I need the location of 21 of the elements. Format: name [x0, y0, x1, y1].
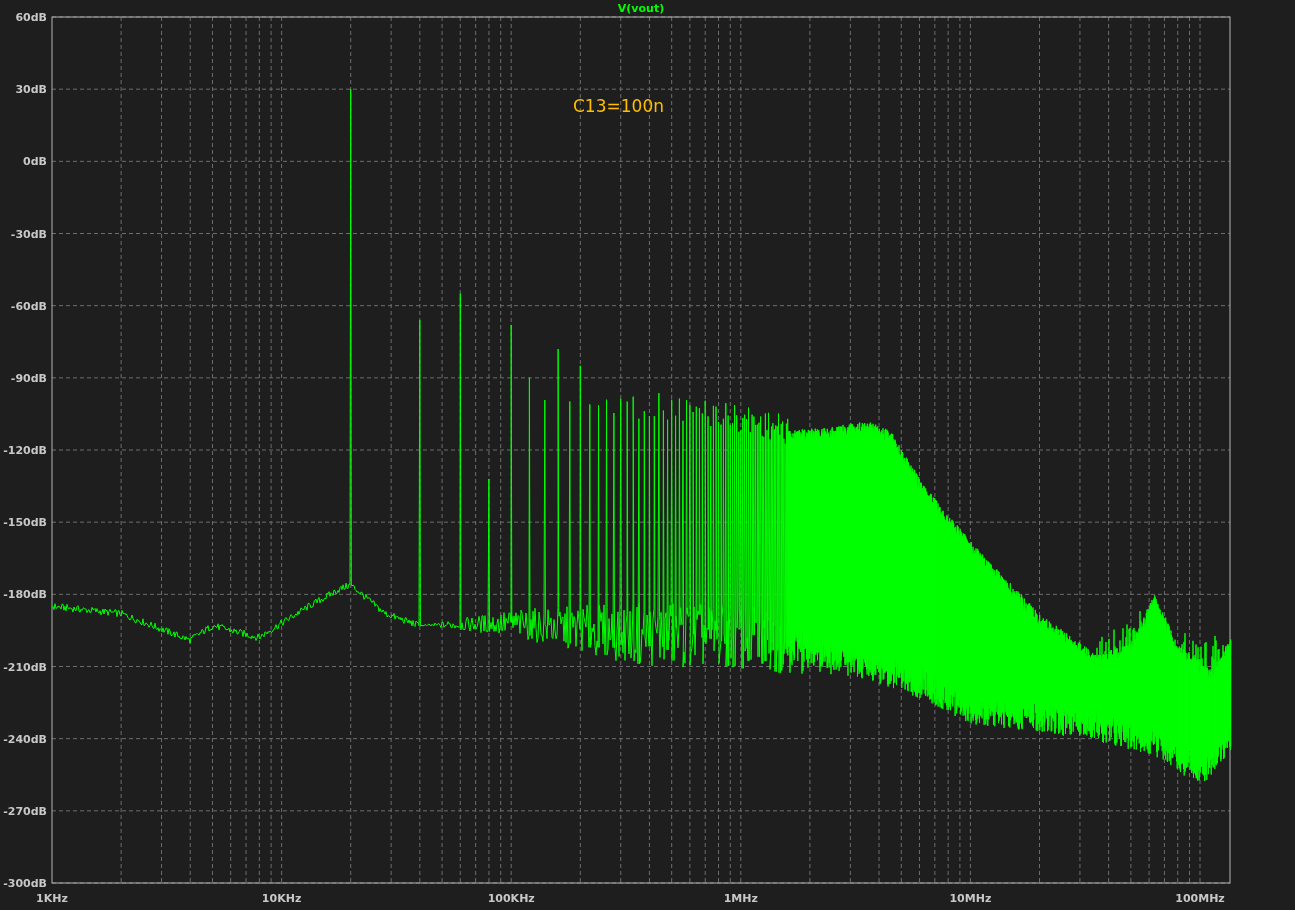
x-tick-label: 100MHz — [1175, 892, 1225, 905]
y-tick-label: -270dB — [3, 804, 47, 818]
x-tick-label: 10MHz — [949, 892, 992, 905]
y-tick-label: -90dB — [10, 371, 47, 385]
y-tick-label: -300dB — [3, 877, 47, 890]
annotation-label: C13=100n — [573, 96, 664, 116]
y-tick-label: -210dB — [3, 660, 47, 674]
y-tick-label: -120dB — [3, 444, 47, 457]
y-tick-label: 60dB — [15, 11, 47, 24]
y-tick-label: 30dB — [15, 83, 47, 97]
x-tick-label: 1KHz — [36, 892, 68, 905]
y-tick-label: -150dB — [3, 516, 47, 530]
y-tick-label: -30dB — [10, 227, 47, 241]
y-tick-label: -60dB — [10, 299, 47, 313]
x-tick-label: 10KHz — [261, 892, 302, 905]
trace-title: V(vout) — [617, 2, 665, 15]
x-tick-label: 1MHz — [723, 892, 758, 905]
y-tick-label: -240dB — [3, 732, 47, 746]
y-tick-label: 0dB — [23, 155, 47, 169]
y-tick-label: -180dB — [3, 588, 47, 602]
x-tick-label: 100KHz — [487, 892, 535, 905]
